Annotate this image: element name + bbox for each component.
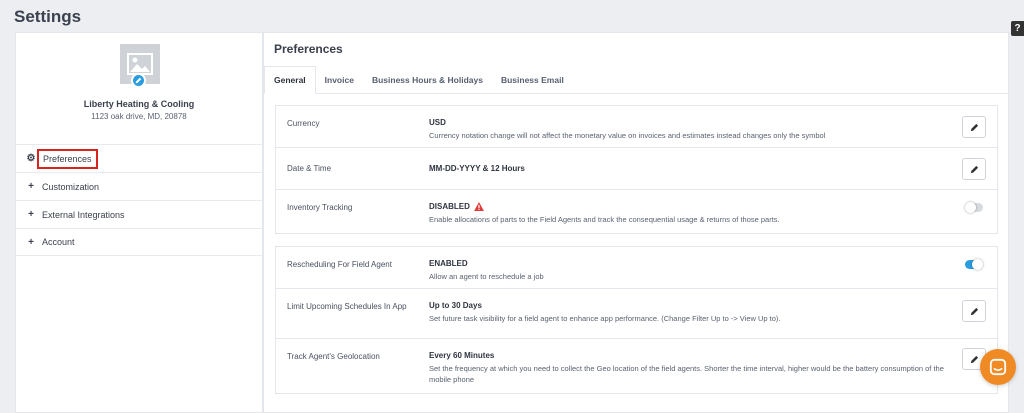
preferences-panel: Preferences General Invoice Business Hou… [263,32,1009,413]
plus-icon: + [28,181,34,192]
setting-row-geolocation: Track Agent's Geolocation Every 60 Minut… [276,339,997,393]
inventory-tracking-toggle[interactable] [965,202,983,213]
edit-limit-schedules-button[interactable] [962,300,986,322]
toggle-knob [972,259,983,270]
setting-label: Limit Upcoming Schedules In App [287,302,407,311]
menu-item-label: Customization [42,181,100,192]
panel-title: Preferences [274,42,343,56]
setting-row-currency: Currency USD Currency notation change wi… [276,106,997,148]
setting-value: Every 60 Minutes [429,351,495,360]
company-address: 1123 oak drive, MD, 20878 [91,112,187,121]
settings-menu: ⚙ Preferences + Customization + External… [16,144,262,256]
setting-label: Track Agent's Geolocation [287,352,380,361]
setting-description: Enable allocations of parts to the Field… [429,215,780,224]
setting-value: DISABLED [429,202,470,211]
setting-description: Currency notation change will not affect… [429,131,826,140]
menu-item-customization[interactable]: + Customization [16,172,262,200]
setting-label: Inventory Tracking [287,203,353,212]
setting-value: ENABLED [429,259,468,268]
sidebar: Liberty Heating & Cooling 1123 oak drive… [15,32,263,413]
tab-general[interactable]: General [264,66,316,94]
chat-launcher-button[interactable] [980,349,1016,385]
menu-item-account[interactable]: + Account [16,228,262,256]
tab-business-hours-holidays[interactable]: Business Hours & Holidays [363,66,492,94]
edit-date-time-button[interactable] [962,158,986,180]
settings-group-general: Currency USD Currency notation change wi… [275,105,998,234]
edit-currency-button[interactable] [962,116,986,138]
setting-row-limit-schedules: Limit Upcoming Schedules In App Up to 30… [276,289,997,339]
setting-description: Set future task visibility for a field a… [429,314,781,323]
warning-icon [473,202,484,211]
tab-invoice[interactable]: Invoice [316,66,363,94]
setting-description: Set the frequency at which you need to c… [429,364,944,384]
setting-row-inventory-tracking: Inventory Tracking DISABLED Enable alloc… [276,190,997,233]
pencil-icon [970,355,978,363]
setting-value-wrap: DISABLED [429,202,484,211]
gear-icon: ⚙ [26,153,36,164]
edit-logo-button[interactable] [131,73,146,88]
tab-bar: General Invoice Business Hours & Holiday… [264,66,1008,94]
settings-group-agents: Rescheduling For Field Agent ENABLED All… [275,246,998,394]
menu-item-preferences[interactable]: ⚙ Preferences [16,144,262,172]
setting-row-date-time: Date & Time MM-DD-YYYY & 12 Hours [276,148,997,190]
page-title: Settings [14,7,82,26]
tab-business-email[interactable]: Business Email [492,66,573,94]
pencil-icon [970,307,978,315]
plus-icon: + [28,236,34,248]
rescheduling-toggle[interactable] [965,259,983,270]
pencil-icon [970,165,978,173]
setting-value: Up to 30 Days [429,301,482,310]
setting-label: Currency [287,119,320,128]
setting-value: USD [429,118,446,127]
chat-icon [989,358,1007,376]
setting-row-rescheduling: Rescheduling For Field Agent ENABLED All… [276,247,997,289]
setting-label: Date & Time [287,164,332,173]
image-icon [127,53,153,75]
menu-item-label: Account [42,237,75,247]
menu-item-label: External Integrations [42,209,125,220]
pencil-icon [970,123,978,131]
help-icon[interactable]: ? [1011,21,1024,36]
setting-value: MM-DD-YYYY & 12 Hours [429,164,525,173]
menu-item-external-integrations[interactable]: + External Integrations [16,200,262,228]
setting-label: Rescheduling For Field Agent [287,260,392,269]
pencil-icon [135,77,142,84]
company-name: Liberty Heating & Cooling [83,99,195,109]
plus-icon: + [28,209,34,220]
setting-description: Allow an agent to reschedule a job [429,272,544,281]
toggle-knob [965,202,976,213]
menu-item-label: Preferences [37,148,98,169]
